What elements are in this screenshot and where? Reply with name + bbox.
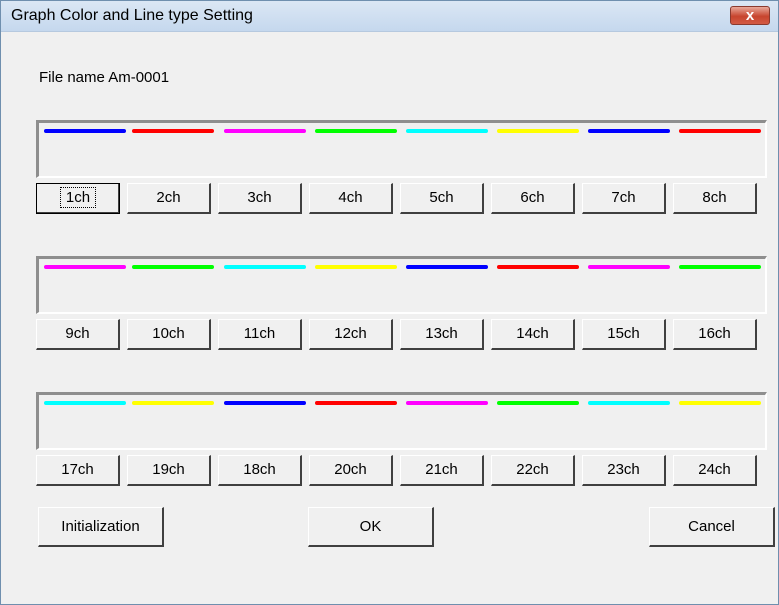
channel-label: 23ch — [607, 461, 640, 478]
channel-button[interactable]: 11ch — [218, 319, 302, 350]
channel-button[interactable]: 2ch — [127, 183, 211, 214]
channel-button[interactable]: 3ch — [218, 183, 302, 214]
line-sample-green — [132, 265, 214, 269]
line-sample-magenta — [406, 401, 488, 405]
channel-label: 3ch — [247, 189, 272, 206]
channel-label: 10ch — [152, 325, 185, 342]
close-icon: x — [745, 7, 755, 24]
channel-label: 24ch — [698, 461, 731, 478]
channel-label: 18ch — [243, 461, 276, 478]
channel-button[interactable]: 1ch — [36, 183, 120, 214]
line-sample-cyan — [224, 265, 306, 269]
title-bar: Graph Color and Line type Setting x — [1, 1, 778, 32]
channel-label: 20ch — [334, 461, 367, 478]
line-sample-yellow — [679, 401, 761, 405]
line-sample-blue — [44, 129, 126, 133]
channel-button[interactable]: 7ch — [582, 183, 666, 214]
channel-button[interactable]: 20ch — [309, 455, 393, 486]
channel-button[interactable]: 5ch — [400, 183, 484, 214]
window-title: Graph Color and Line type Setting — [11, 7, 253, 24]
line-sample-blue — [224, 401, 306, 405]
line-preview-box — [36, 256, 767, 314]
line-sample-red — [679, 129, 761, 133]
line-sample-red — [132, 129, 214, 133]
line-sample-red — [315, 401, 397, 405]
line-sample-green — [497, 401, 579, 405]
channel-label: 14ch — [516, 325, 549, 342]
channel-label: 11ch — [243, 325, 276, 342]
initialization-button[interactable]: Initialization — [38, 507, 164, 547]
line-preview-box — [36, 120, 767, 178]
channel-button[interactable]: 4ch — [309, 183, 393, 214]
channel-label: 8ch — [702, 189, 727, 206]
line-sample-green — [315, 129, 397, 133]
channel-button[interactable]: 19ch — [127, 455, 211, 486]
channel-label: 5ch — [429, 189, 454, 206]
cancel-button[interactable]: Cancel — [649, 507, 775, 547]
channel-button[interactable]: 18ch — [218, 455, 302, 486]
line-sample-yellow — [497, 129, 579, 133]
channel-label: 16ch — [698, 325, 731, 342]
close-button[interactable]: x — [730, 6, 770, 25]
ok-button[interactable]: OK — [308, 507, 434, 547]
channel-label: 21ch — [425, 461, 458, 478]
channel-button[interactable]: 16ch — [673, 319, 757, 350]
line-sample-blue — [588, 129, 670, 133]
line-preview-box — [36, 392, 767, 450]
channel-label: 2ch — [156, 189, 181, 206]
channel-button[interactable]: 24ch — [673, 455, 757, 486]
channel-button[interactable]: 21ch — [400, 455, 484, 486]
channel-button[interactable]: 8ch — [673, 183, 757, 214]
channel-label: 15ch — [607, 325, 640, 342]
dialog-window: Graph Color and Line type Setting x File… — [0, 0, 779, 605]
channel-button[interactable]: 10ch — [127, 319, 211, 350]
channel-label: 17ch — [61, 461, 94, 478]
channel-button[interactable]: 13ch — [400, 319, 484, 350]
channel-label: 12ch — [334, 325, 367, 342]
channel-button[interactable]: 14ch — [491, 319, 575, 350]
line-sample-cyan — [406, 129, 488, 133]
channel-label: 7ch — [611, 189, 636, 206]
channel-button[interactable]: 12ch — [309, 319, 393, 350]
file-name-label: File name Am-0001 — [39, 69, 170, 86]
line-sample-green — [679, 265, 761, 269]
line-sample-magenta — [588, 265, 670, 269]
channel-button[interactable]: 15ch — [582, 319, 666, 350]
channel-button[interactable]: 9ch — [36, 319, 120, 350]
channel-button[interactable]: 17ch — [36, 455, 120, 486]
channel-label: 19ch — [152, 461, 185, 478]
line-sample-blue — [406, 265, 488, 269]
line-sample-cyan — [44, 401, 126, 405]
line-sample-red — [497, 265, 579, 269]
channel-label: 13ch — [425, 325, 458, 342]
channel-label: 9ch — [65, 325, 90, 342]
channel-button[interactable]: 22ch — [491, 455, 575, 486]
line-sample-yellow — [315, 265, 397, 269]
line-sample-yellow — [132, 401, 214, 405]
channel-label: 1ch — [59, 187, 97, 208]
line-sample-magenta — [224, 129, 306, 133]
channel-label: 22ch — [516, 461, 549, 478]
line-sample-cyan — [588, 401, 670, 405]
line-sample-magenta — [44, 265, 126, 269]
channel-button[interactable]: 6ch — [491, 183, 575, 214]
channel-label: 4ch — [338, 189, 363, 206]
channel-label: 6ch — [520, 189, 545, 206]
channel-button[interactable]: 23ch — [582, 455, 666, 486]
